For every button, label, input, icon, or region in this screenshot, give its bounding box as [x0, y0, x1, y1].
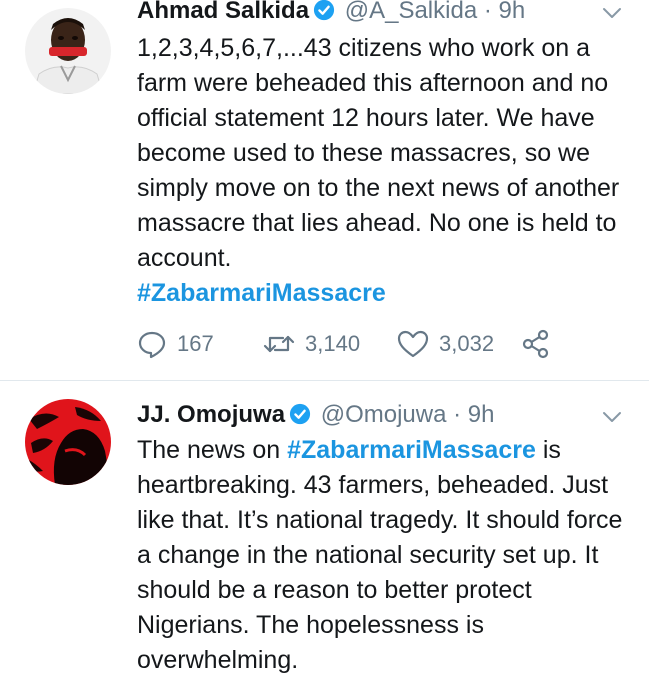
avatar[interactable] [25, 399, 111, 485]
user-handle[interactable]: @Omojuwa [314, 401, 447, 428]
reply-button[interactable]: 167 [137, 327, 214, 361]
separator-dot: · [477, 0, 499, 24]
like-count: 3,032 [439, 331, 495, 356]
share-button[interactable] [521, 327, 551, 361]
like-button[interactable]: 3,032 [397, 327, 494, 361]
display-name[interactable]: Ahmad Salkida [137, 0, 309, 24]
tweet-header: Ahmad Salkida @A_Salkida · 9h [137, 0, 589, 25]
timestamp[interactable]: 9h [499, 0, 526, 24]
tweet-ahmad-salkida[interactable]: Ahmad Salkida @A_Salkida · 9h 1,2,3,4,5,… [0, 0, 649, 381]
hashtag-link[interactable]: #ZabarmariMassacre [287, 436, 536, 464]
display-name[interactable]: JJ. Omojuwa [137, 401, 285, 428]
tweet-body-start: The news on [137, 436, 288, 464]
heart-icon [397, 330, 429, 358]
tweet-body: 1,2,3,4,5,6,7,...43 citizens who work on… [137, 34, 620, 272]
retweet-icon [263, 335, 295, 353]
avatar[interactable] [25, 8, 111, 94]
tweet-text: 1,2,3,4,5,6,7,...43 citizens who work on… [137, 31, 627, 311]
verified-badge-icon [289, 403, 311, 425]
tweet-text: The news on #ZabarmariMassacre is heartb… [137, 433, 627, 678]
avatar-image [25, 8, 111, 94]
user-handle[interactable]: @A_Salkida [338, 0, 477, 24]
reply-count: 167 [177, 331, 214, 356]
timestamp[interactable]: 9h [468, 401, 495, 428]
reply-icon [138, 331, 166, 359]
avatar-image [25, 399, 111, 485]
tweet-jj-omojuwa[interactable]: JJ. Omojuwa @Omojuwa · 9h The news on #Z… [0, 381, 649, 680]
retweet-count: 3,140 [305, 331, 361, 356]
tweet-body-end: is heartbreaking. 43 farmers, beheaded. … [137, 436, 623, 674]
tweet-header: JJ. Omojuwa @Omojuwa · 9h [137, 401, 589, 429]
hashtag-link[interactable]: #ZabarmariMassacre [137, 279, 386, 307]
retweet-button[interactable]: 3,140 [263, 327, 360, 361]
separator-dot: · [446, 401, 468, 428]
verified-badge-icon [313, 0, 335, 21]
share-icon [522, 329, 549, 359]
chevron-down-icon[interactable] [602, 410, 622, 424]
chevron-down-icon[interactable] [602, 6, 622, 20]
